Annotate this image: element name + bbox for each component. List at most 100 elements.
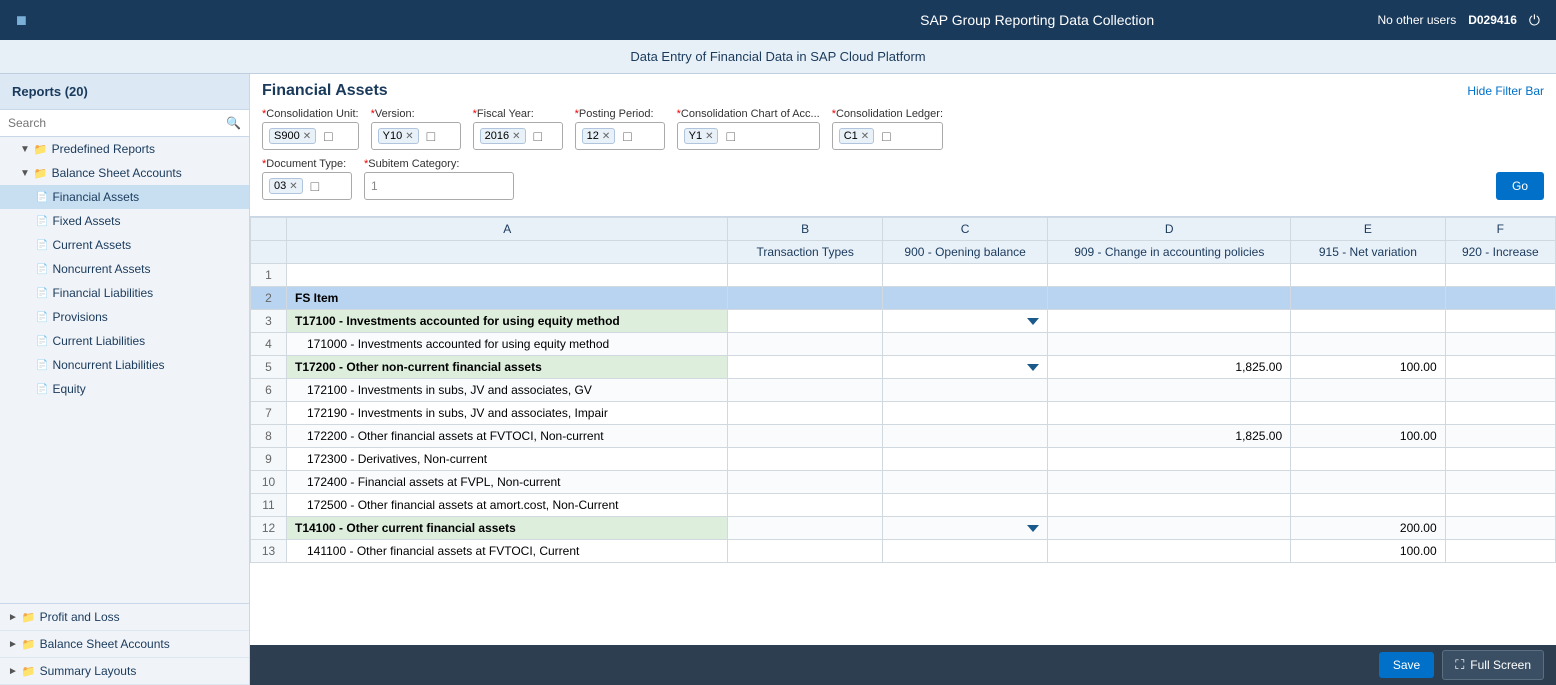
cell-f[interactable] bbox=[1445, 264, 1555, 287]
posting-period-clear[interactable]: ✕ bbox=[602, 131, 610, 142]
cell-c[interactable] bbox=[882, 540, 1048, 563]
cell-d[interactable] bbox=[1048, 264, 1291, 287]
version-input[interactable]: Y10 ✕ □ bbox=[371, 122, 461, 150]
cell-d[interactable]: 1,825.00 bbox=[1048, 356, 1291, 379]
data-grid[interactable]: A B C D E F Transaction Types 900 - Open… bbox=[250, 217, 1556, 645]
cell-a[interactable]: 172400 - Financial assets at FVPL, Non-c… bbox=[287, 471, 728, 494]
cell-b[interactable] bbox=[728, 471, 882, 494]
version-copy[interactable]: □ bbox=[427, 128, 435, 144]
consolidation-unit-copy[interactable]: □ bbox=[324, 128, 332, 144]
cell-c[interactable] bbox=[882, 379, 1048, 402]
consolidation-chart-input[interactable]: Y1 ✕ □ bbox=[677, 122, 820, 150]
cell-d[interactable] bbox=[1048, 471, 1291, 494]
cell-f[interactable] bbox=[1445, 287, 1555, 310]
power-icon[interactable]: ⏻ bbox=[1529, 12, 1540, 29]
cell-c[interactable] bbox=[882, 333, 1048, 356]
consolidation-chart-clear[interactable]: ✕ bbox=[705, 131, 713, 142]
cell-e[interactable]: 100.00 bbox=[1291, 356, 1445, 379]
consolidation-chart-copy[interactable]: □ bbox=[726, 128, 734, 144]
cell-e[interactable]: 200.00 bbox=[1291, 517, 1445, 540]
consolidation-ledger-clear[interactable]: ✕ bbox=[861, 131, 869, 142]
sidebar-item-equity[interactable]: 📄 Equity bbox=[0, 377, 249, 401]
cell-c[interactable] bbox=[882, 310, 1048, 333]
cell-f[interactable] bbox=[1445, 517, 1555, 540]
sidebar-item-profit-loss[interactable]: ► 📁 Profit and Loss bbox=[0, 604, 249, 631]
consolidation-ledger-copy[interactable]: □ bbox=[882, 128, 890, 144]
search-icon[interactable]: 🔍 bbox=[226, 116, 241, 130]
cell-e[interactable] bbox=[1291, 333, 1445, 356]
cell-f[interactable] bbox=[1445, 540, 1555, 563]
cell-e[interactable] bbox=[1291, 448, 1445, 471]
cell-f[interactable] bbox=[1445, 310, 1555, 333]
cell-a[interactable]: T17100 - Investments accounted for using… bbox=[287, 310, 728, 333]
fiscal-year-input[interactable]: 2016 ✕ □ bbox=[473, 122, 563, 150]
cell-e[interactable] bbox=[1291, 379, 1445, 402]
cell-e[interactable] bbox=[1291, 310, 1445, 333]
cell-a[interactable]: 172190 - Investments in subs, JV and ass… bbox=[287, 402, 728, 425]
document-type-clear[interactable]: ✕ bbox=[289, 181, 297, 192]
cell-f[interactable] bbox=[1445, 471, 1555, 494]
fiscal-year-copy[interactable]: □ bbox=[534, 128, 542, 144]
sidebar-item-financial-liabilities[interactable]: 📄 Financial Liabilities bbox=[0, 281, 249, 305]
cell-c[interactable] bbox=[882, 517, 1048, 540]
cell-f[interactable] bbox=[1445, 425, 1555, 448]
cell-f[interactable] bbox=[1445, 356, 1555, 379]
cell-b[interactable] bbox=[728, 494, 882, 517]
cell-b[interactable] bbox=[728, 517, 882, 540]
sidebar-item-noncurrent-liabilities[interactable]: 📄 Noncurrent Liabilities bbox=[0, 353, 249, 377]
subitem-category-input[interactable]: 1 bbox=[364, 172, 514, 200]
cell-b[interactable] bbox=[728, 356, 882, 379]
cell-e[interactable]: 100.00 bbox=[1291, 425, 1445, 448]
cell-d[interactable] bbox=[1048, 517, 1291, 540]
cell-c[interactable] bbox=[882, 264, 1048, 287]
cell-b[interactable] bbox=[728, 540, 882, 563]
cell-a[interactable]: T17200 - Other non-current financial ass… bbox=[287, 356, 728, 379]
cell-f[interactable] bbox=[1445, 333, 1555, 356]
sidebar-item-provisions[interactable]: 📄 Provisions bbox=[0, 305, 249, 329]
fiscal-year-clear[interactable]: ✕ bbox=[512, 131, 520, 142]
cell-b[interactable] bbox=[728, 264, 882, 287]
cell-a[interactable]: 141100 - Other financial assets at FVTOC… bbox=[287, 540, 728, 563]
cell-f[interactable] bbox=[1445, 402, 1555, 425]
consolidation-ledger-input[interactable]: C1 ✕ □ bbox=[832, 122, 943, 150]
cell-b[interactable] bbox=[728, 310, 882, 333]
cell-d[interactable] bbox=[1048, 448, 1291, 471]
cell-a[interactable]: 172500 - Other financial assets at amort… bbox=[287, 494, 728, 517]
cell-e[interactable] bbox=[1291, 402, 1445, 425]
sidebar-item-noncurrent-assets[interactable]: 📄 Noncurrent Assets bbox=[0, 257, 249, 281]
cell-a[interactable]: 171000 - Investments accounted for using… bbox=[287, 333, 728, 356]
sidebar-item-current-liabilities[interactable]: 📄 Current Liabilities bbox=[0, 329, 249, 353]
sidebar-item-balance-sheet[interactable]: ▼ 📁 Balance Sheet Accounts bbox=[0, 161, 249, 185]
cell-f[interactable] bbox=[1445, 379, 1555, 402]
cell-a[interactable]: 172100 - Investments in subs, JV and ass… bbox=[287, 379, 728, 402]
cell-d[interactable]: 1,825.00 bbox=[1048, 425, 1291, 448]
cell-b[interactable] bbox=[728, 379, 882, 402]
fullscreen-button[interactable]: ⛶ Full Screen bbox=[1442, 650, 1544, 680]
document-type-input[interactable]: 03 ✕ □ bbox=[262, 172, 352, 200]
cell-d[interactable] bbox=[1048, 379, 1291, 402]
consolidation-unit-input[interactable]: S900 ✕ □ bbox=[262, 122, 359, 150]
cell-a[interactable]: T14100 - Other current financial assets bbox=[287, 517, 728, 540]
consolidation-unit-clear[interactable]: ✕ bbox=[303, 131, 311, 142]
cell-e[interactable] bbox=[1291, 264, 1445, 287]
sidebar-item-fixed-assets[interactable]: 📄 Fixed Assets bbox=[0, 209, 249, 233]
cell-c[interactable] bbox=[882, 494, 1048, 517]
cell-d[interactable] bbox=[1048, 494, 1291, 517]
cell-d[interactable] bbox=[1048, 540, 1291, 563]
go-button[interactable]: Go bbox=[1496, 172, 1544, 200]
cell-e[interactable] bbox=[1291, 471, 1445, 494]
save-button[interactable]: Save bbox=[1379, 652, 1434, 678]
sidebar-item-current-assets[interactable]: 📄 Current Assets bbox=[0, 233, 249, 257]
cell-b[interactable] bbox=[728, 448, 882, 471]
cell-d[interactable] bbox=[1048, 333, 1291, 356]
cell-b[interactable] bbox=[728, 287, 882, 310]
cell-c[interactable] bbox=[882, 356, 1048, 379]
sidebar-item-predefined[interactable]: ▼ 📁 Predefined Reports bbox=[0, 137, 249, 161]
sidebar-item-balance-sheet2[interactable]: ► 📁 Balance Sheet Accounts bbox=[0, 631, 249, 658]
cell-a[interactable]: 172200 - Other financial assets at FVTOC… bbox=[287, 425, 728, 448]
sidebar-item-financial-assets[interactable]: 📄 Financial Assets bbox=[0, 185, 249, 209]
cell-c[interactable] bbox=[882, 471, 1048, 494]
cell-d[interactable] bbox=[1048, 310, 1291, 333]
search-input[interactable] bbox=[8, 116, 222, 130]
cell-a[interactable]: 172300 - Derivatives, Non-current bbox=[287, 448, 728, 471]
